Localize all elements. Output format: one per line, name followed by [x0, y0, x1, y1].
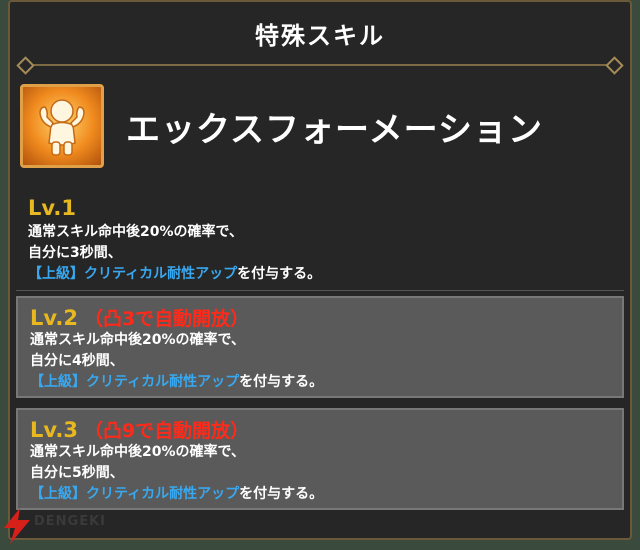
skill-name: エックスフォーメーション	[126, 109, 543, 150]
level-description-line2: 自分に4秒間、	[30, 353, 124, 369]
effect-name: 【上級】クリティカル耐性アップ	[30, 374, 240, 390]
level-description-line1: 通常スキル命中後20%の確率で、	[28, 224, 243, 240]
effect-name: 【上級】クリティカル耐性アップ	[28, 266, 238, 282]
skill-level-1: Lv.1 通常スキル命中後20%の確率で、 自分に3秒間、 【上級】クリティカル…	[16, 190, 624, 286]
skill-header: エックスフォーメーション	[20, 84, 620, 168]
unlock-condition: （凸3で自動開放）	[83, 308, 250, 330]
lightning-icon	[4, 508, 30, 544]
watermark: DENGEKI	[0, 506, 130, 550]
level-description-line1: 通常スキル命中後20%の確率で、	[30, 444, 245, 460]
level-description-line1: 通常スキル命中後20%の確率で、	[30, 332, 245, 348]
effect-suffix: を付与する。	[239, 486, 324, 502]
header-divider	[24, 64, 616, 66]
unlock-condition: （凸9で自動開放）	[83, 420, 250, 442]
skill-level-3: Lv.3 （凸9で自動開放） 通常スキル命中後20%の確率で、 自分に5秒間、 …	[16, 408, 624, 510]
level-label: Lv.2	[30, 306, 78, 330]
dialog-header: 特殊スキル	[10, 2, 630, 64]
level-description-line3: 【上級】クリティカル耐性アップを付与する。	[28, 264, 614, 285]
flexing-character-icon	[20, 84, 104, 168]
level-divider	[16, 290, 624, 291]
effect-name: 【上級】クリティカル耐性アップ	[30, 486, 240, 502]
effect-suffix: を付与する。	[239, 374, 324, 390]
level-description-line3: 【上級】クリティカル耐性アップを付与する。	[30, 484, 612, 505]
level-label: Lv.1	[28, 196, 76, 220]
level-description-line2: 自分に5秒間、	[30, 465, 124, 481]
dialog-title: 特殊スキル	[255, 21, 385, 50]
effect-suffix: を付与する。	[237, 266, 322, 282]
watermark-text: DENGEKI	[34, 514, 107, 529]
level-label: Lv.3	[30, 418, 78, 442]
level-description-line2: 自分に3秒間、	[28, 245, 122, 261]
skill-level-2: Lv.2 （凸3で自動開放） 通常スキル命中後20%の確率で、 自分に4秒間、 …	[16, 296, 624, 398]
level-description-line3: 【上級】クリティカル耐性アップを付与する。	[30, 372, 612, 393]
